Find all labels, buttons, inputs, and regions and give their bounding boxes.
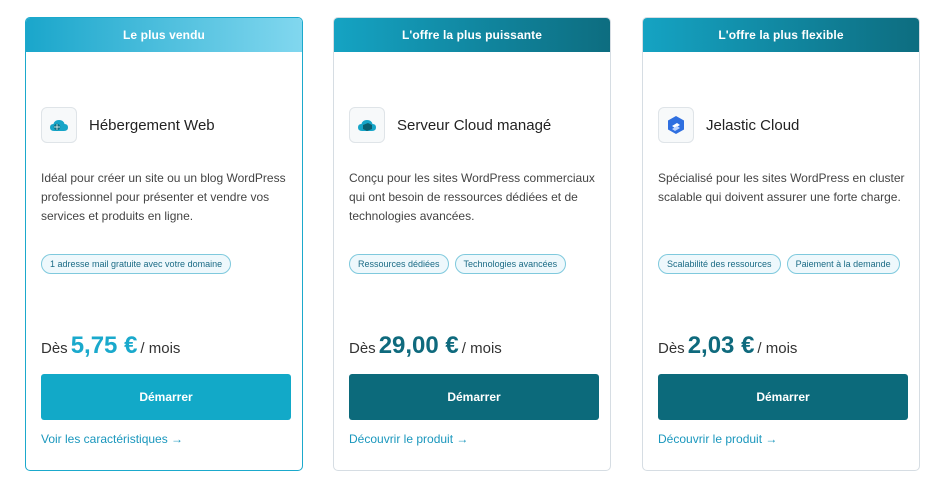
- card-badge: L'offre la plus puissante: [334, 18, 610, 52]
- tag-list: 1 adresse mail gratuite avec votre domai…: [41, 254, 291, 274]
- product-description: Conçu pour les sites WordPress commercia…: [349, 171, 595, 223]
- features-link[interactable]: Voir les caractéristiques →: [41, 432, 183, 446]
- card-body: Serveur Cloud managé Conçu pour les site…: [334, 52, 610, 470]
- product-name: Jelastic Cloud: [706, 116, 800, 134]
- jelastic-icon: [658, 107, 694, 143]
- product-name: Hébergement Web: [89, 116, 215, 134]
- start-button[interactable]: Démarrer: [349, 374, 599, 420]
- price: Dès 29,00 € / mois: [349, 332, 502, 360]
- pricing-cards: Le plus vendu Hébergement Web Idéal pour…: [0, 0, 945, 495]
- card-managed-cloud-server: L'offre la plus puissante Serveur Cloud …: [333, 17, 611, 471]
- cloud-globe-icon: [41, 107, 77, 143]
- price-prefix: Dès: [349, 340, 376, 357]
- feature-tag: Paiement à la demande: [786, 254, 900, 274]
- price-prefix: Dès: [41, 340, 68, 357]
- tag-list: Ressources dédiées Technologies avancées: [349, 254, 599, 274]
- discover-product-link[interactable]: Découvrir le produit →: [658, 432, 777, 446]
- card-jelastic-cloud: L'offre la plus flexible Jelastic Cloud …: [642, 17, 920, 471]
- price-amount: 2,03 €: [687, 332, 755, 359]
- start-button[interactable]: Démarrer: [658, 374, 908, 420]
- product-row: Jelastic Cloud: [658, 107, 799, 143]
- price-period: / mois: [757, 340, 798, 357]
- price-prefix: Dès: [658, 340, 685, 357]
- discover-product-link[interactable]: Découvrir le produit →: [349, 432, 468, 446]
- price: Dès 2,03 € / mois: [658, 332, 797, 360]
- price-period: / mois: [461, 340, 502, 357]
- product-description: Spécialisé pour les sites WordPress en c…: [658, 171, 905, 204]
- start-button[interactable]: Démarrer: [41, 374, 291, 420]
- product-description: Idéal pour créer un site ou un blog Word…: [41, 171, 286, 223]
- card-badge: L'offre la plus flexible: [643, 18, 919, 52]
- product-name: Serveur Cloud managé: [397, 116, 552, 134]
- product-row: Hébergement Web: [41, 107, 215, 143]
- price-period: / mois: [140, 340, 181, 357]
- feature-tag: 1 adresse mail gratuite avec votre domai…: [41, 254, 232, 274]
- feature-tag: Scalabilité des ressources: [658, 254, 781, 274]
- price-amount: 29,00 €: [378, 332, 459, 359]
- card-body: Hébergement Web Idéal pour créer un site…: [26, 52, 302, 470]
- tag-list: Scalabilité des ressources Paiement à la…: [658, 254, 908, 274]
- cloud-server-icon: [349, 107, 385, 143]
- feature-tag: Ressources dédiées: [349, 254, 449, 274]
- card-web-hosting: Le plus vendu Hébergement Web Idéal pour…: [25, 17, 303, 471]
- product-row: Serveur Cloud managé: [349, 107, 551, 143]
- card-badge: Le plus vendu: [26, 18, 302, 52]
- price: Dès 5,75 € / mois: [41, 332, 180, 360]
- feature-tag: Technologies avancées: [454, 254, 567, 274]
- price-amount: 5,75 €: [70, 332, 138, 359]
- card-body: Jelastic Cloud Spécialisé pour les sites…: [643, 52, 919, 470]
